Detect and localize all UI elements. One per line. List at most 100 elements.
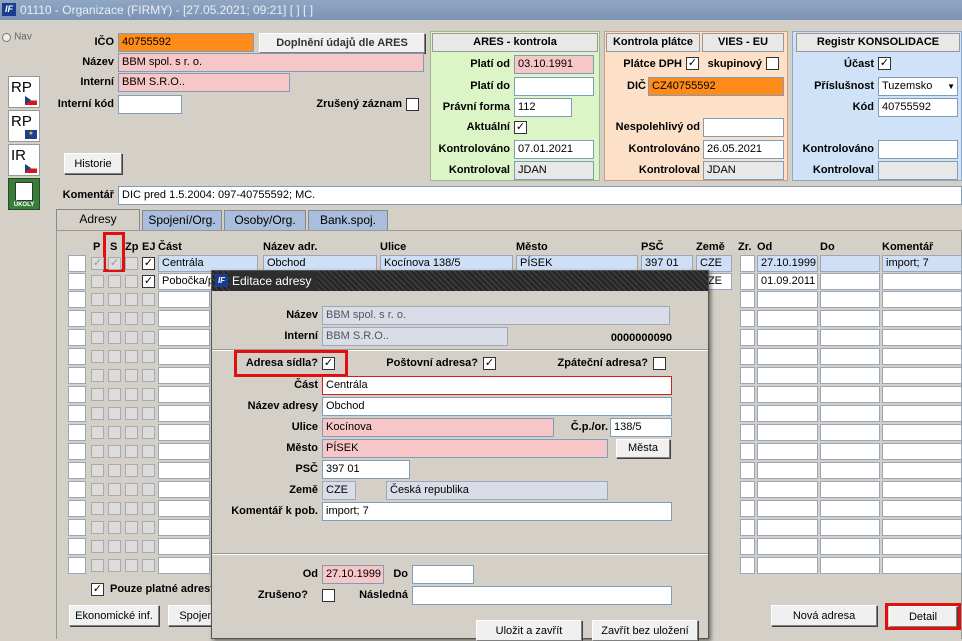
grid-checkbox[interactable] (91, 483, 104, 496)
table-cell[interactable] (68, 462, 86, 479)
postovni-checkbox[interactable]: ✓ (483, 357, 496, 370)
dlg-nazev-field[interactable]: BBM spol. s r. o. (322, 306, 670, 325)
table-cell[interactable] (158, 348, 210, 365)
kons-kontroloval-field[interactable] (878, 161, 958, 180)
grid-checkbox[interactable] (108, 407, 121, 420)
table-cell[interactable] (882, 310, 962, 327)
mesta-button[interactable]: Města (616, 439, 670, 458)
dlg-ulice-field[interactable]: Kocínova (322, 418, 554, 437)
table-cell[interactable] (882, 424, 962, 441)
grid-checkbox[interactable] (142, 540, 155, 553)
table-cell[interactable] (740, 348, 755, 365)
platce-kontrolovano-field[interactable]: 26.05.2021 (703, 140, 784, 159)
table-cell[interactable] (820, 462, 880, 479)
grid-checkbox[interactable] (108, 540, 121, 553)
table-cell[interactable] (882, 367, 962, 384)
dlg-cp-field[interactable]: 138/5 (610, 418, 672, 437)
ares-plati-od-field[interactable]: 03.10.1991 (514, 55, 594, 74)
zruseno-checkbox[interactable] (322, 589, 335, 602)
table-cell[interactable] (882, 519, 962, 536)
table-cell[interactable] (740, 519, 755, 536)
grid-checkbox[interactable] (125, 502, 138, 515)
table-cell[interactable] (158, 500, 210, 517)
dlg-nazev-adresy-field[interactable]: Obchod (322, 397, 672, 416)
grid-checkbox[interactable] (108, 388, 121, 401)
ares-kontrolovano-field[interactable]: 07.01.2021 (514, 140, 594, 159)
table-cell[interactable] (882, 291, 962, 308)
grid-checkbox[interactable] (91, 464, 104, 477)
historie-button[interactable]: Historie (64, 153, 122, 174)
grid-checkbox[interactable] (142, 331, 155, 344)
grid-checkbox[interactable] (108, 350, 121, 363)
grid-checkbox[interactable] (142, 350, 155, 363)
nav-toggle[interactable]: Nav (2, 31, 36, 47)
row2-zp-checkbox[interactable] (125, 275, 138, 288)
grid-checkbox[interactable] (108, 464, 121, 477)
table-cell[interactable] (820, 500, 880, 517)
grid-checkbox[interactable] (108, 483, 121, 496)
table-cell[interactable] (882, 273, 962, 290)
table-cell[interactable] (882, 386, 962, 403)
grid-checkbox[interactable] (125, 559, 138, 572)
table-cell[interactable] (158, 519, 210, 536)
table-cell[interactable] (740, 443, 755, 460)
table-cell[interactable] (882, 538, 962, 555)
table-cell[interactable] (757, 462, 818, 479)
prislusnost-select[interactable]: Tuzemsko ▼ (878, 77, 958, 96)
table-cell[interactable] (757, 348, 818, 365)
table-cell[interactable]: import; 7 (882, 255, 962, 272)
grid-checkbox[interactable] (125, 369, 138, 382)
table-cell[interactable] (757, 329, 818, 346)
dlg-komentar-field[interactable]: import; 7 (322, 502, 672, 521)
grid-checkbox[interactable] (125, 464, 138, 477)
tab-bank[interactable]: Bank.spoj. (308, 210, 388, 230)
table-cell[interactable] (740, 538, 755, 555)
grid-checkbox[interactable] (91, 312, 104, 325)
grid-checkbox[interactable] (125, 426, 138, 439)
dialog-titlebar[interactable]: IF Editace adresy (212, 271, 708, 291)
nespolehlivy-field[interactable] (703, 118, 784, 137)
table-cell[interactable] (740, 291, 755, 308)
table-cell[interactable] (68, 367, 86, 384)
rp-cz-icon[interactable]: RP (8, 76, 40, 108)
table-cell[interactable] (740, 557, 755, 574)
grid-checkbox[interactable] (108, 502, 121, 515)
table-cell[interactable] (68, 481, 86, 498)
grid-checkbox[interactable] (108, 331, 121, 344)
ukoly-icon[interactable]: ÚKOLY (8, 178, 40, 210)
ares-kontroloval-field[interactable]: JDAN (514, 161, 594, 180)
grid-checkbox[interactable] (91, 331, 104, 344)
table-cell[interactable] (820, 538, 880, 555)
table-cell[interactable] (820, 424, 880, 441)
table-cell[interactable] (158, 424, 210, 441)
dlg-cast-field[interactable]: Centrála (322, 376, 672, 395)
grid-checkbox[interactable] (91, 540, 104, 553)
skupinovy-checkbox[interactable] (766, 57, 779, 70)
grid-checkbox[interactable] (142, 293, 155, 306)
grid-checkbox[interactable] (108, 369, 121, 382)
table-cell[interactable] (68, 538, 86, 555)
zpatecni-checkbox[interactable] (653, 357, 666, 370)
row2-s-checkbox[interactable] (108, 275, 121, 288)
table-cell[interactable] (820, 329, 880, 346)
row2-ej-checkbox[interactable]: ✓ (142, 275, 155, 288)
table-cell[interactable] (68, 348, 86, 365)
table-cell[interactable] (740, 481, 755, 498)
table-cell[interactable] (882, 348, 962, 365)
nova-adresa-button[interactable]: Nová adresa (771, 605, 877, 626)
table-cell[interactable] (820, 367, 880, 384)
grid-checkbox[interactable] (142, 426, 155, 439)
table-cell[interactable] (68, 500, 86, 517)
table-cell[interactable] (740, 310, 755, 327)
pouze-platne-checkbox[interactable]: ✓ (91, 583, 104, 596)
table-cell[interactable] (158, 367, 210, 384)
row2-p-checkbox[interactable] (91, 275, 104, 288)
grid-checkbox[interactable] (125, 521, 138, 534)
grid-checkbox[interactable] (125, 407, 138, 420)
table-cell[interactable] (882, 405, 962, 422)
interni-kod-field[interactable] (118, 95, 182, 114)
table-cell[interactable] (757, 443, 818, 460)
grid-checkbox[interactable] (125, 388, 138, 401)
grid-checkbox[interactable] (91, 350, 104, 363)
table-cell[interactable] (68, 310, 86, 327)
